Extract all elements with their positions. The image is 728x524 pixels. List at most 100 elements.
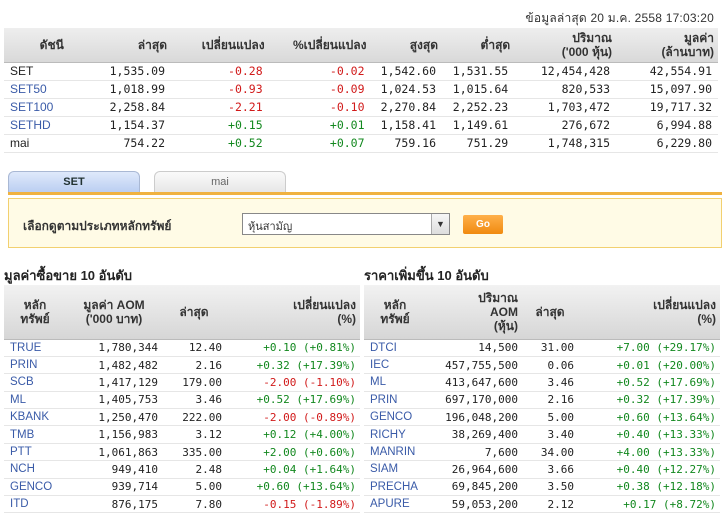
table-row[interactable]: MANRIN 7,600 34.00 +4.00 (+13.33%) — [364, 443, 720, 462]
index-row[interactable]: SETHD 1,154.37 +0.15 +0.01 1,158.41 1,149.61 2… — [4, 116, 718, 135]
col-last: ล่าสุด — [522, 285, 578, 340]
index-name: SET — [4, 62, 100, 81]
index-volume: 1,703,472 — [514, 98, 617, 117]
price-change: +0.04 (+1.64%) — [226, 460, 360, 479]
stock-symbol-link[interactable]: SCB — [4, 373, 66, 392]
stock-symbol-link[interactable]: PRIN — [4, 356, 66, 375]
last-price: 222.00 — [162, 408, 226, 427]
tab-set[interactable]: SET — [8, 171, 140, 193]
filter-label: เลือกดูตามประเภทหลักทรัพย์ — [23, 219, 172, 233]
table-row[interactable]: APURE 59,053,200 2.12 +0.17 (+8.72%) — [364, 495, 720, 514]
table-row[interactable]: PRIN 697,170,000 2.16 +0.32 (+17.39%) — [364, 391, 720, 410]
table-row[interactable]: RICHY 38,269,400 3.40 +0.40 (+13.33%) — [364, 425, 720, 444]
last-price: 31.00 — [522, 339, 578, 357]
stock-symbol-link[interactable]: KBANK — [4, 408, 66, 427]
stock-symbol-link[interactable]: TMB — [4, 425, 66, 444]
index-low: 751.29 — [442, 134, 515, 153]
aom-value: 1,061,863 — [66, 443, 162, 462]
table-row[interactable]: NCH 949,410 2.48 +0.04 (+1.64%) — [4, 460, 360, 479]
index-name[interactable]: SET50 — [4, 80, 100, 99]
stock-symbol-link[interactable]: APURE — [364, 495, 426, 514]
table-row[interactable]: PRIN 1,482,482 2.16 +0.32 (+17.39%) — [4, 356, 360, 375]
index-change: -2.21 — [171, 98, 269, 117]
index-row[interactable]: SET50 1,018.99 -0.93 -0.09 1,024.53 1,015.64 8… — [4, 80, 718, 99]
aom-volume: 697,170,000 — [426, 391, 522, 410]
index-name[interactable]: SETHD — [4, 116, 100, 135]
col-aom-volume: ปริมาณ AOM (หุ้น) — [426, 285, 522, 340]
index-high: 1,542.60 — [370, 62, 443, 81]
index-value: 15,097.90 — [616, 80, 718, 99]
price-change: +2.00 (+0.60%) — [226, 443, 360, 462]
stock-symbol-link[interactable]: NCH — [4, 460, 66, 479]
last-price: 0.06 — [522, 356, 578, 375]
index-change: +0.15 — [171, 116, 269, 135]
index-value: 42,554.91 — [616, 62, 718, 81]
aom-value: 1,780,344 — [66, 339, 162, 357]
index-change: -0.93 — [171, 80, 269, 99]
table-row[interactable]: DTCI 14,500 31.00 +7.00 (+29.17%) — [364, 339, 720, 357]
stock-symbol-link[interactable]: DTCI — [364, 339, 426, 357]
index-last: 1,018.99 — [99, 80, 172, 99]
table-row[interactable]: IEC 457,755,500 0.06 +0.01 (+20.00%) — [364, 356, 720, 375]
price-change: +0.40 (+13.33%) — [578, 425, 720, 444]
table-row[interactable]: PTT 1,061,863 335.00 +2.00 (+0.60%) — [4, 443, 360, 462]
stock-symbol-link[interactable]: TRUE — [4, 339, 66, 357]
chevron-down-icon[interactable]: ▼ — [431, 214, 449, 234]
aom-volume: 457,755,500 — [426, 356, 522, 375]
top-value-title: มูลค่าซื้อขาย 10 อันดับ — [4, 268, 133, 283]
aom-value: 1,156,983 — [66, 425, 162, 444]
table-row[interactable]: TMB 1,156,983 3.12 +0.12 (+4.00%) — [4, 425, 360, 444]
index-name[interactable]: SET100 — [4, 98, 100, 117]
stock-symbol-link[interactable]: PRECHA — [364, 478, 426, 497]
index-value: 6,229.80 — [616, 134, 718, 153]
index-high: 759.16 — [370, 134, 443, 153]
index-pct-change: +0.07 — [268, 134, 371, 153]
security-type-select[interactable]: หุ้นสามัญ ▼ — [242, 213, 450, 235]
index-row[interactable]: SET100 2,258.84 -2.21 -0.10 2,270.84 2,252.23… — [4, 98, 718, 117]
stock-symbol-link[interactable]: RICHY — [364, 425, 426, 444]
index-pct-change: +0.01 — [268, 116, 371, 135]
table-row[interactable]: KBANK 1,250,470 222.00 -2.00 (-0.89%) — [4, 408, 360, 427]
tab-mai[interactable]: mai — [154, 171, 286, 193]
stock-symbol-link[interactable]: GENCO — [364, 408, 426, 427]
table-row[interactable]: ML 413,647,600 3.46 +0.52 (+17.69%) — [364, 373, 720, 392]
stock-symbol-link[interactable]: ITD — [4, 495, 66, 514]
index-table-header: ดัชนี ล่าสุด เปลี่ยนแปลง %เปลี่ยนแปลง สู… — [4, 28, 718, 63]
col-change: เปลี่ยนแปลง — [171, 28, 269, 63]
stock-symbol-link[interactable]: PRIN — [364, 391, 426, 410]
stock-symbol-link[interactable]: MANRIN — [364, 443, 426, 462]
col-index-name: ดัชนี — [4, 28, 100, 63]
stock-symbol-link[interactable]: ML — [4, 391, 66, 410]
price-change: +0.52 (+17.69%) — [226, 391, 360, 410]
index-row[interactable]: SET 1,535.09 -0.28 -0.02 1,542.60 1,531.55 12,… — [4, 62, 718, 81]
price-change: +7.00 (+29.17%) — [578, 339, 720, 357]
table-row[interactable]: TRUE 1,780,344 12.40 +0.10 (+0.81%) — [4, 339, 360, 357]
table-row[interactable]: GENCO 939,714 5.00 +0.60 (+13.64%) — [4, 478, 360, 497]
table-row[interactable]: ITD 876,175 7.80 -0.15 (-1.89%) — [4, 495, 360, 514]
stock-symbol-link[interactable]: GENCO — [4, 478, 66, 497]
go-button[interactable]: Go — [463, 215, 503, 234]
table-row[interactable]: SIAM 26,964,600 3.66 +0.40 (+12.27%) — [364, 460, 720, 479]
col-low: ต่ำสุด — [442, 28, 515, 63]
top-gainers-title: ราคาเพิ่มขึ้น 10 อันดับ — [364, 268, 489, 283]
index-last: 1,535.09 — [99, 62, 172, 81]
last-price: 2.48 — [162, 460, 226, 479]
aom-volume: 38,269,400 — [426, 425, 522, 444]
col-high: สูงสุด — [370, 28, 443, 63]
stock-symbol-link[interactable]: ML — [364, 373, 426, 392]
index-pct-change: -0.10 — [268, 98, 371, 117]
col-symbol: หลัก ทรัพย์ — [364, 285, 426, 340]
index-last: 1,154.37 — [99, 116, 172, 135]
index-low: 1,531.55 — [442, 62, 515, 81]
stock-symbol-link[interactable]: SIAM — [364, 460, 426, 479]
index-row[interactable]: mai 754.22 +0.52 +0.07 759.16 751.29 1,748,315… — [4, 134, 718, 153]
top-value-header: หลัก ทรัพย์ มูลค่า AOM ('000 บาท) ล่าสุด เ… — [4, 285, 360, 340]
table-row[interactable]: SCB 1,417,129 179.00 -2.00 (-1.10%) — [4, 373, 360, 392]
stock-symbol-link[interactable]: PTT — [4, 443, 66, 462]
table-row[interactable]: GENCO 196,048,200 5.00 +0.60 (+13.64%) — [364, 408, 720, 427]
table-row[interactable]: PRECHA 69,845,200 3.50 +0.38 (+12.18%) — [364, 478, 720, 497]
col-change: เปลี่ยนแปลง (%) — [226, 285, 360, 340]
stock-symbol-link[interactable]: IEC — [364, 356, 426, 375]
index-pct-change: -0.02 — [268, 62, 371, 81]
table-row[interactable]: ML 1,405,753 3.46 +0.52 (+17.69%) — [4, 391, 360, 410]
